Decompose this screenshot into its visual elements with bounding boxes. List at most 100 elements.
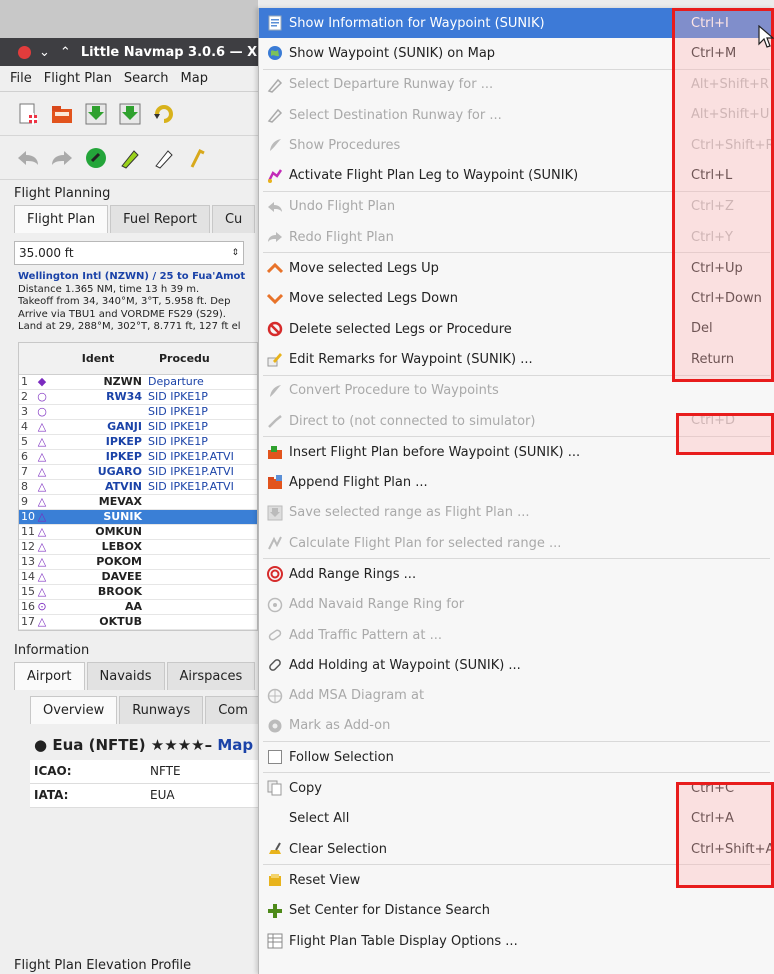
menu-item-edit-remarks-for-waypoint[interactable]: Edit Remarks for Waypoint (SUNIK) ... Ret… [259,344,774,374]
cruise-altitude-input[interactable]: 35.000 ft ⇕ [14,241,244,265]
runway-icon[interactable] [116,144,144,172]
iata-row: IATA: EUA [30,783,258,808]
table-row[interactable]: 1 ◆ NZWN Departure [19,375,257,390]
menu-item-shortcut: Ctrl+Down [691,291,762,307]
row-number: 17 [21,615,35,628]
waypoint-symbol-icon: ○ [37,390,47,403]
table-row[interactable]: 7 △ UGARO SID IPKE1P.ATVI [19,465,257,480]
tab-overview[interactable]: Overview [30,695,118,724]
table-row[interactable]: 5 △ IPKEP SID IPKE1P [19,435,257,450]
save-as-icon[interactable] [116,100,144,128]
table-row[interactable]: 12 △ LEBOX [19,540,257,555]
tab-com[interactable]: Com [205,695,258,724]
tab-fuel-report[interactable]: Fuel Report [110,205,210,233]
menu-item-append-flight-plan[interactable]: Append Flight Plan ... [259,467,774,497]
menu-item-label: Mark as Add-on [289,718,391,734]
menu-item-flight-plan-table-display-options[interactable]: Flight Plan Table Display Options ... [259,926,774,956]
menu-item-shortcut: Ctrl+Z [691,199,734,215]
back-arrow-icon[interactable] [14,144,42,172]
menu-item-copy[interactable]: Copy Ctrl+C [259,773,774,803]
menu-item-shortcut: Ctrl+C [691,780,735,796]
menu-map[interactable]: Map [181,71,208,86]
menu-item-activate-flight-plan-leg-to-waypoint[interactable]: Activate Flight Plan Leg to Waypoint (SU… [259,160,774,190]
airport-name: Eua (NFTE) ★★★★– [52,735,213,754]
reload-icon[interactable] [150,100,178,128]
menu-item-follow-selection[interactable]: Follow Selection [259,742,774,772]
header-procedure[interactable]: Procedu [145,352,210,365]
menu-item-label: Add Traffic Pattern at ... [289,627,442,643]
menu-item-label: Set Center for Distance Search [289,903,491,919]
row-number: 9 [21,495,28,508]
table-row[interactable]: 8 △ ATVIN SID IPKE1P.ATVI [19,480,257,495]
route-line-1[interactable]: Wellington Intl (NZWN) / 25 to Fua'Amot [18,271,254,284]
row-number: 2 [21,390,28,403]
table-row[interactable]: 15 △ BROOK [19,585,257,600]
table-row[interactable]: 6 △ IPKEP SID IPKE1P.ATVI [19,450,257,465]
center-cross-icon [267,903,283,919]
runway-alt-icon[interactable] [150,144,178,172]
tab-cu[interactable]: Cu [211,205,256,233]
airport-icon: ● [34,735,48,754]
menu-item-label: Add Holding at Waypoint (SUNIK) ... [289,657,521,673]
table-row[interactable]: 11 △ OMKUN [19,525,257,540]
tab-airspaces[interactable]: Airspaces [166,661,256,690]
menu-item-shortcut: Del [691,321,713,337]
forward-arrow-icon[interactable] [48,144,76,172]
waypoint-symbol-icon: △ [37,570,47,583]
menu-item-set-center-for-distance-search[interactable]: Set Center for Distance Search [259,896,774,926]
menu-item-clear-selection[interactable]: Clear Selection Ctrl+Shift+A [259,834,774,864]
new-plan-icon[interactable] [14,100,42,128]
menu-item-insert-flight-plan-before-waypoint[interactable]: Insert Flight Plan before Waypoint (SUNI… [259,437,774,467]
calculate-icon [267,535,283,551]
table-row[interactable]: 2 ○ RW34 SID IPKE1P [19,390,257,405]
chevron-up-icon[interactable]: ⌃ [60,45,71,60]
go-icon[interactable] [82,144,110,172]
tab-runways[interactable]: Runways [119,695,204,724]
cruise-altitude-value: 35.000 ft [19,246,74,260]
tab-navaids[interactable]: Navaids [86,661,165,690]
runway-icon [267,77,283,93]
menu-item-undo-flight-plan: Undo Flight Plan Ctrl+Z [259,192,774,222]
table-row[interactable]: 14 △ DAVEE [19,570,257,585]
table-row[interactable]: 10 △ SUNIK [19,509,257,525]
menu-item-label: Select Destination Runway for ... [289,107,502,123]
airport-map-link[interactable]: Map [217,736,253,754]
tab-flight-plan[interactable]: Flight Plan [14,205,109,233]
header-ident[interactable]: Ident [51,352,145,365]
close-window-icon[interactable] [18,45,31,59]
spinner-arrows-icon[interactable]: ⇕ [231,248,239,258]
menu-search[interactable]: Search [124,71,169,86]
chevron-down-icon[interactable]: ⌄ [39,45,50,60]
open-folder-icon[interactable] [48,100,76,128]
menu-item-show-waypoint-on-map[interactable]: Show Waypoint (SUNIK) on Map Ctrl+M [259,38,774,68]
row-number: 8 [21,480,28,493]
menu-item-add-holding-at-waypoint[interactable]: Add Holding at Waypoint (SUNIK) ... [259,650,774,680]
tab-airport[interactable]: Airport [14,661,85,690]
menu-item-delete-selected-legs-or-procedure[interactable]: Delete selected Legs or Procedure Del [259,314,774,344]
save-icon[interactable] [82,100,110,128]
reset-view-icon [267,872,283,888]
procedure-icon[interactable] [184,144,212,172]
menu-item-show-information-for-waypoint[interactable]: Show Information for Waypoint (SUNIK) Ctr… [259,8,774,39]
menu-flight-plan[interactable]: Flight Plan [44,71,112,86]
menu-item-move-selected-legs-down[interactable]: Move selected Legs Down Ctrl+Down [259,284,774,314]
table-row[interactable]: 9 △ MEVAX [19,495,257,510]
table-row[interactable]: 17 △ OKTUB [19,615,257,630]
table-row[interactable]: 16 ⊙ AA [19,600,257,615]
menu-item-label: Direct to (not connected to simulator) [289,413,536,429]
menu-file[interactable]: File [10,71,32,86]
menu-item-move-selected-legs-up[interactable]: Move selected Legs Up Ctrl+Up [259,253,774,283]
table-row[interactable]: 4 △ GANJI SID IPKE1P [19,420,257,435]
menu-item-add-range-rings[interactable]: Add Range Rings ... [259,559,774,589]
waypoint-symbol-icon: △ [37,525,47,538]
menu-item-select-all[interactable]: Select All Ctrl+A [259,804,774,834]
row-ident: LEBOX [101,540,142,553]
menu-item-label: Append Flight Plan ... [289,475,428,491]
information-title: Information [14,642,90,658]
menu-item-reset-view[interactable]: Reset View [259,865,774,895]
menu-item-select-departure-runway-for: Select Departure Runway for ... Alt+Shift… [259,70,774,100]
table-row[interactable]: 13 △ POKOM [19,555,257,570]
table-row[interactable]: 3 ○ SID IPKE1P [19,405,257,420]
menu-item-label: Delete selected Legs or Procedure [289,321,512,337]
information-tabs: Airport Navaids Airspaces [0,661,258,690]
